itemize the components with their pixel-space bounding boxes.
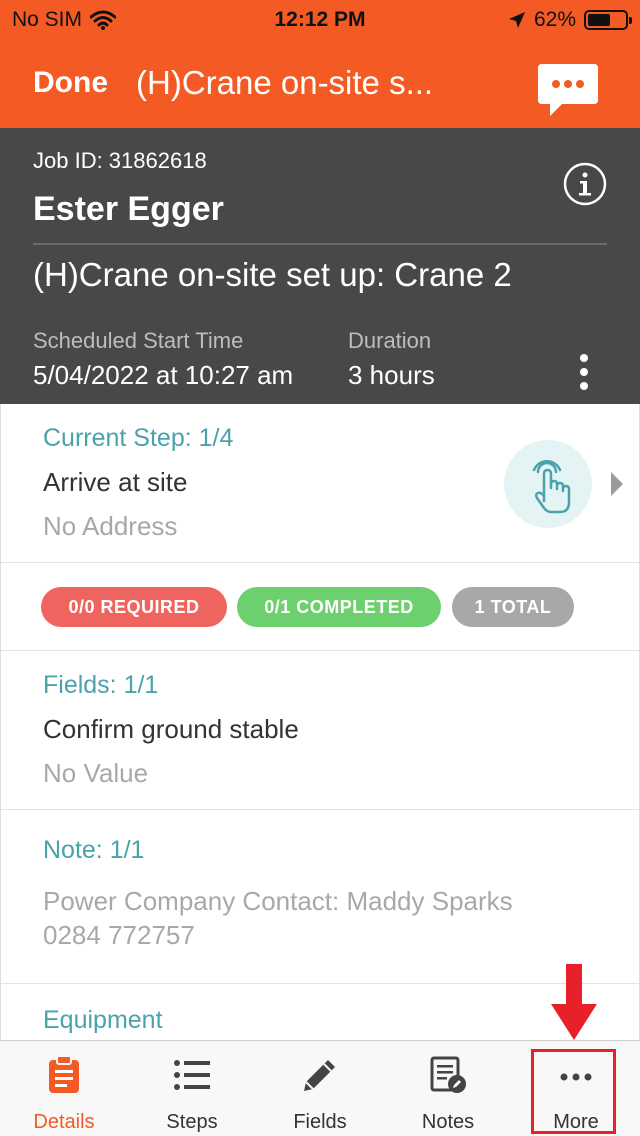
- status-bar: No SIM 12:12 PM 62%: [0, 0, 640, 40]
- location-arrow-icon: [508, 12, 525, 28]
- current-step-section[interactable]: Current Step: 1/4 Arrive at site No Addr…: [1, 404, 639, 563]
- equipment-heading: Equipment: [43, 1006, 163, 1034]
- fields-heading: Fields: 1/1: [43, 671, 159, 699]
- hand-tap-icon: [532, 460, 571, 514]
- tap-step-button[interactable]: [504, 440, 592, 528]
- info-icon[interactable]: [563, 162, 607, 206]
- tab-steps[interactable]: Steps: [128, 1041, 256, 1136]
- note-line-1: Power Company Contact: Maddy Sparks: [43, 886, 513, 916]
- duration-value: 3 hours: [348, 360, 435, 390]
- completed-badge: 0/1 COMPLETED: [237, 587, 441, 627]
- field-value: No Value: [43, 758, 149, 788]
- header-divider: [33, 243, 607, 245]
- more-tab-highlight: [531, 1049, 616, 1134]
- badges-row: 0/0 REQUIRED 0/1 COMPLETED 1 TOTAL: [1, 563, 639, 651]
- battery-level: [588, 14, 611, 26]
- nav-title: (H)Crane on-site s...: [136, 64, 434, 101]
- tab-notes-label: Notes: [421, 1111, 475, 1133]
- field-name: Confirm ground stable: [43, 714, 299, 744]
- tab-fields-label: Fields: [293, 1111, 347, 1133]
- done-button[interactable]: Done: [33, 66, 108, 100]
- pencil-icon: [304, 1060, 335, 1091]
- more-options-icon[interactable]: [572, 352, 596, 392]
- tab-details-label: Details: [33, 1111, 95, 1133]
- scheduled-label: Scheduled Start Time: [33, 328, 244, 353]
- note-section[interactable]: Note: 1/1 Power Company Contact: Maddy S…: [1, 810, 639, 984]
- required-badge: 0/0 REQUIRED: [41, 587, 227, 627]
- nav-bar: Done (H)Crane on-site s...: [0, 40, 640, 128]
- current-step-name: Arrive at site: [43, 467, 188, 497]
- tab-steps-label: Steps: [166, 1111, 218, 1133]
- note-line-2: 0284 772757: [43, 920, 195, 950]
- list-icon: [174, 1060, 210, 1090]
- job-title: (H)Crane on-site set up: Crane 2: [33, 256, 512, 293]
- job-header: Job ID: 31862618 Ester Egger (H)Crane on…: [0, 128, 640, 404]
- chat-icon[interactable]: [536, 62, 600, 118]
- current-step-heading: Current Step: 1/4: [43, 424, 234, 452]
- details-content[interactable]: Current Step: 1/4 Arrive at site No Addr…: [0, 404, 640, 1040]
- tab-notes[interactable]: Notes: [384, 1041, 512, 1136]
- battery-percent: 62%: [533, 8, 576, 31]
- job-id: Job ID: 31862618: [33, 148, 207, 173]
- tab-fields[interactable]: Fields: [256, 1041, 384, 1136]
- note-heading: Note: 1/1: [43, 836, 145, 864]
- total-badge: 1 TOTAL: [452, 587, 574, 627]
- current-step-address: No Address: [43, 511, 178, 541]
- fields-section[interactable]: Fields: 1/1 Confirm ground stable No Val…: [1, 651, 639, 810]
- tab-details[interactable]: Details: [0, 1041, 128, 1136]
- status-right: 62%: [508, 8, 632, 32]
- scheduled-value: 5/04/2022 at 10:27 am: [33, 360, 294, 390]
- duration-label: Duration: [348, 328, 432, 353]
- customer-name: Ester Egger: [33, 190, 224, 228]
- equipment-section[interactable]: Equipment: [1, 984, 639, 1040]
- battery-icon: [584, 10, 632, 30]
- clipboard-icon: [49, 1055, 79, 1093]
- chevron-right-icon[interactable]: [609, 470, 625, 498]
- notes-icon: [430, 1056, 466, 1093]
- arrow-down-icon: [551, 964, 597, 1040]
